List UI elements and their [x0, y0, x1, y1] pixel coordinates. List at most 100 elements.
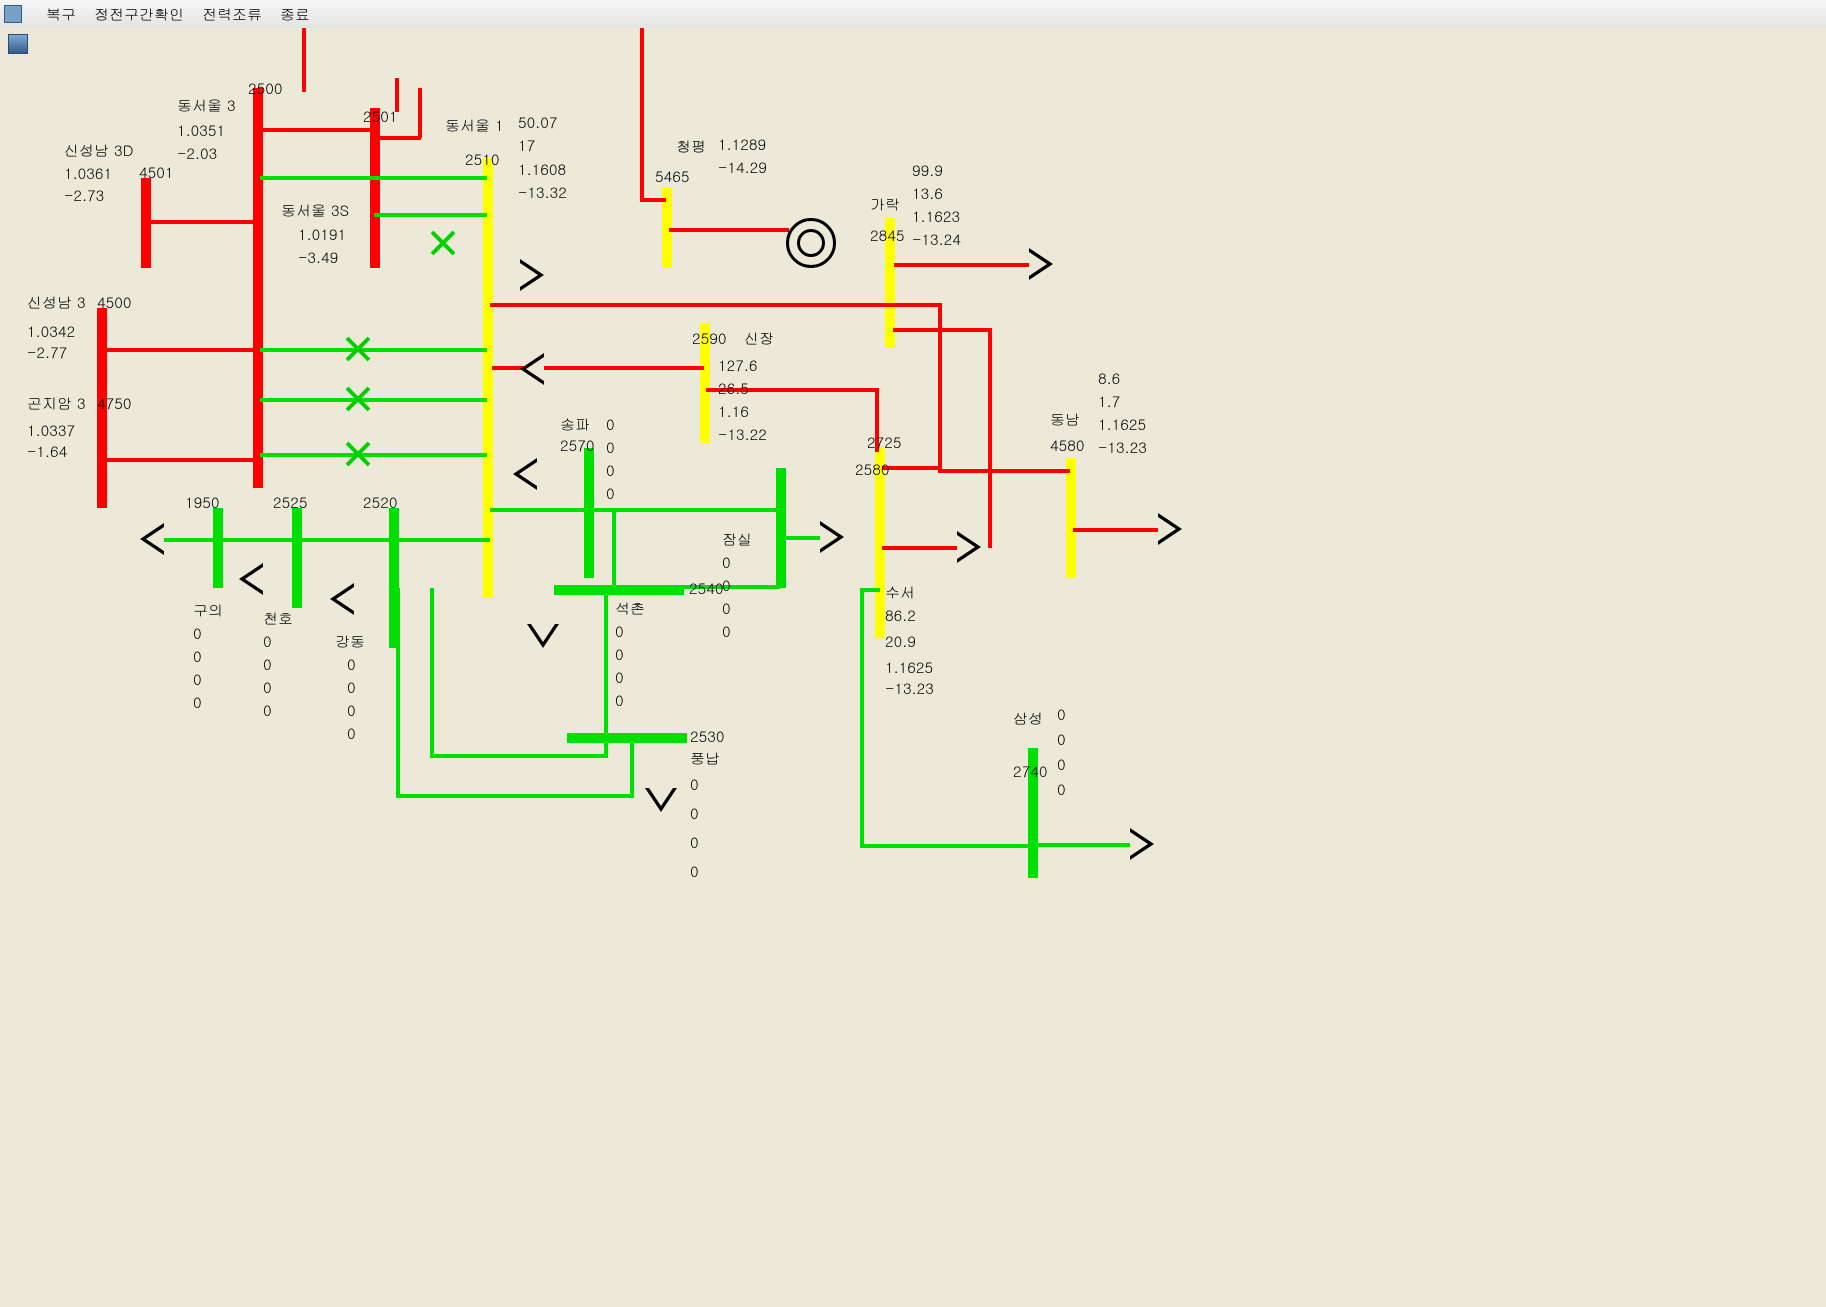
label-4750-v: 1.0337: [27, 420, 75, 441]
label-2501-a: -3.49: [298, 247, 338, 268]
bus-2525: [292, 508, 302, 608]
label-2845-p: 99.9: [912, 160, 943, 181]
label-2590-id: 2590: [692, 328, 726, 349]
bus-2540: [554, 585, 684, 595]
label-2740-name: 삼성: [1013, 708, 1043, 729]
line-4750-2500: [104, 458, 257, 462]
label-2540-name: 석촌: [615, 598, 645, 619]
menu-recover[interactable]: 복구: [46, 4, 76, 25]
line-2725-arrowR: [882, 546, 962, 550]
line-2725-topH: [882, 466, 942, 470]
label-1950-name: 구의: [193, 600, 223, 621]
label-4580-name: 동남: [1050, 409, 1080, 430]
line-2520-2530: [396, 794, 634, 798]
line-2725-stub: [860, 588, 880, 592]
menu-power-flow[interactable]: 전력조류: [202, 4, 262, 25]
label-4580-p: 8.6: [1098, 368, 1120, 389]
breaker-2501-2510: [430, 230, 456, 256]
app-window: 복구 정전구간확인 전력조류 종료: [0, 0, 1826, 1307]
label-4750-a: -1.64: [27, 441, 67, 462]
tap-2501h: [373, 136, 421, 140]
line-garak-4580: [938, 469, 1070, 473]
label-2740-q: 0: [1057, 729, 1066, 750]
line-2500-2501a: [260, 128, 374, 132]
generator-cheongpyeong: [786, 218, 836, 268]
bus-2500-trunk: [253, 88, 263, 488]
line-2501-2510: [374, 213, 487, 217]
label-1950-a: 0: [193, 692, 202, 713]
label-2500-name: 동서울 3: [177, 95, 236, 116]
label-2520-name: 강동: [335, 631, 365, 652]
tap-2501b: [418, 88, 422, 138]
label-2580-a: 0: [722, 621, 731, 642]
menu-exit[interactable]: 종료: [280, 4, 310, 25]
label-2580-p: 0: [722, 552, 731, 573]
label-4501-name: 신성남 3D: [64, 140, 133, 161]
label-4501-a: -2.73: [64, 185, 104, 206]
line-4580-arrow: [1073, 528, 1163, 532]
label-2510-id: 2510: [465, 149, 499, 170]
label-2570-a: 0: [606, 483, 615, 504]
label-2530-q: 0: [690, 803, 699, 824]
label-2530-name: 풍납: [690, 748, 720, 769]
tap-2500: [302, 28, 306, 92]
label-2530-id: 2530: [690, 726, 724, 747]
line-2500-2510a: [260, 176, 487, 180]
label-1950-id: 1950: [185, 492, 219, 513]
label-2740-id: 2740: [1013, 761, 1047, 782]
label-2570-q: 0: [606, 437, 615, 458]
bus-2501: [370, 108, 380, 268]
label-2525-a: 0: [263, 700, 272, 721]
label-2510-p: 50.07: [518, 112, 557, 133]
label-2501-name: 동서울 3S: [281, 200, 349, 221]
arrow-4580: [1158, 513, 1182, 545]
label-2520-p: 0: [347, 654, 356, 675]
line-2520-down: [396, 588, 400, 798]
titlebar: 복구 정전구간확인 전력조류 종료: [0, 0, 1826, 29]
label-4500-name: 신성남 3: [27, 292, 86, 313]
label-2590-v: 1.16: [718, 401, 749, 422]
label-2500-a: -2.03: [177, 143, 217, 164]
label-2740-v: 0: [1057, 754, 1066, 775]
line-5465-inh: [640, 198, 666, 202]
label-2845-q: 13.6: [912, 183, 943, 204]
label-2530-a: 0: [690, 861, 699, 882]
line-2725-2740v: [860, 588, 864, 848]
line-2740-arrow: [1035, 843, 1135, 847]
arrow-1950: [140, 523, 164, 555]
label-4500-v: 1.0342: [27, 321, 75, 342]
label-2530-v: 0: [690, 832, 699, 853]
label-2540-id: 2540: [689, 578, 723, 599]
line-5465-in: [640, 28, 644, 202]
label-2540-a: 0: [615, 690, 624, 711]
line-4500-2500: [104, 348, 257, 352]
line-2725-2740h: [860, 844, 1032, 848]
line-5465-gen: [669, 228, 789, 232]
line-2530-up: [630, 736, 634, 798]
label-2540-v: 0: [615, 667, 624, 688]
label-2845-v: 1.1623: [912, 206, 960, 227]
label-2725-q: 20.9: [885, 631, 916, 652]
diagram-canvas: 신성남 3D 1.0361 -2.73 4501 신성남 3 4500 1.03…: [0, 28, 1826, 1307]
bus-2530: [567, 733, 687, 743]
label-4750-name: 곤지암 3: [27, 393, 86, 414]
label-2580-v: 0: [722, 598, 731, 619]
menu-section-check[interactable]: 정전구간확인: [94, 4, 184, 25]
label-5465-a: -14.29: [718, 157, 767, 178]
label-4580-v: 1.1625: [1098, 414, 1146, 435]
label-2520-q: 0: [347, 677, 356, 698]
label-4501-id: 4501: [139, 162, 173, 183]
label-1950-p: 0: [193, 623, 202, 644]
child-window-icon: [8, 34, 28, 54]
label-2540-p: 0: [615, 621, 624, 642]
arrow-2570: [513, 458, 537, 490]
bus-2580: [776, 468, 786, 588]
label-4501-v: 1.0361: [64, 163, 112, 184]
app-icon: [4, 5, 22, 23]
label-5465-name: 청평: [676, 136, 706, 157]
bus-1950: [213, 508, 223, 588]
line-2510-garak-dongnam: [490, 303, 940, 307]
arrow-2520: [330, 583, 354, 615]
bus-4580: [1066, 458, 1076, 578]
label-2501-id: 2501: [363, 106, 397, 127]
